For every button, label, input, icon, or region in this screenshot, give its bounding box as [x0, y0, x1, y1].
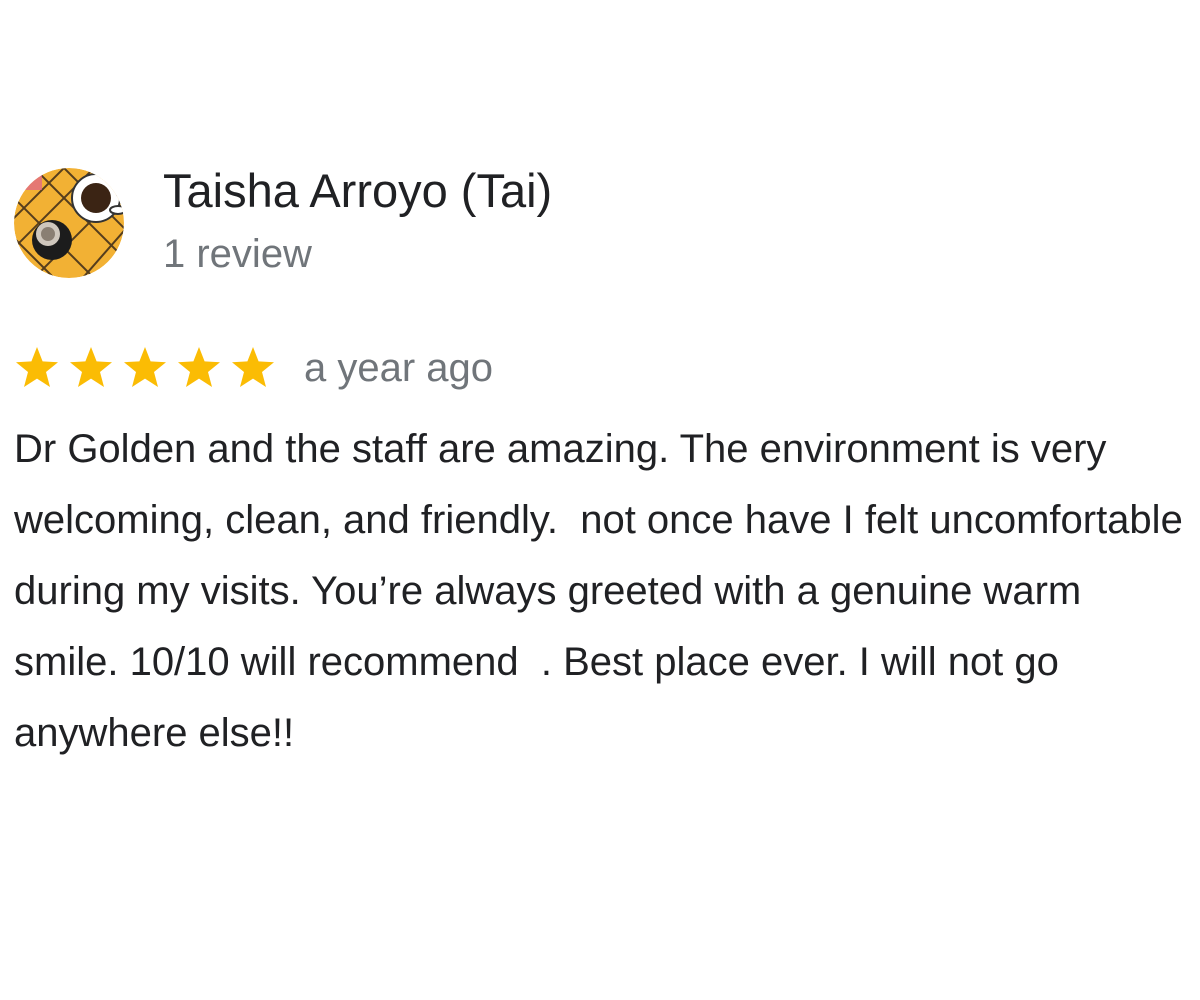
rating-row: a year ago [14, 340, 493, 396]
review-text: Dr Golden and the staff are amazing. The… [14, 427, 1194, 755]
author-name[interactable]: Taisha Arroyo (Tai) [163, 162, 552, 220]
profile-photo-avatar-icon [14, 168, 124, 278]
star-icon [68, 345, 114, 391]
star-icon [230, 345, 276, 391]
star-icon [122, 345, 168, 391]
star-icon [14, 345, 60, 391]
author-review-count[interactable]: 1 review [163, 229, 312, 279]
review-time: a year ago [304, 346, 494, 390]
review-card: Taisha Arroyo (Tai) 1 review a year ago … [0, 0, 1200, 1000]
star-rating [14, 345, 284, 391]
star-icon [176, 345, 222, 391]
avatar[interactable] [14, 168, 124, 278]
